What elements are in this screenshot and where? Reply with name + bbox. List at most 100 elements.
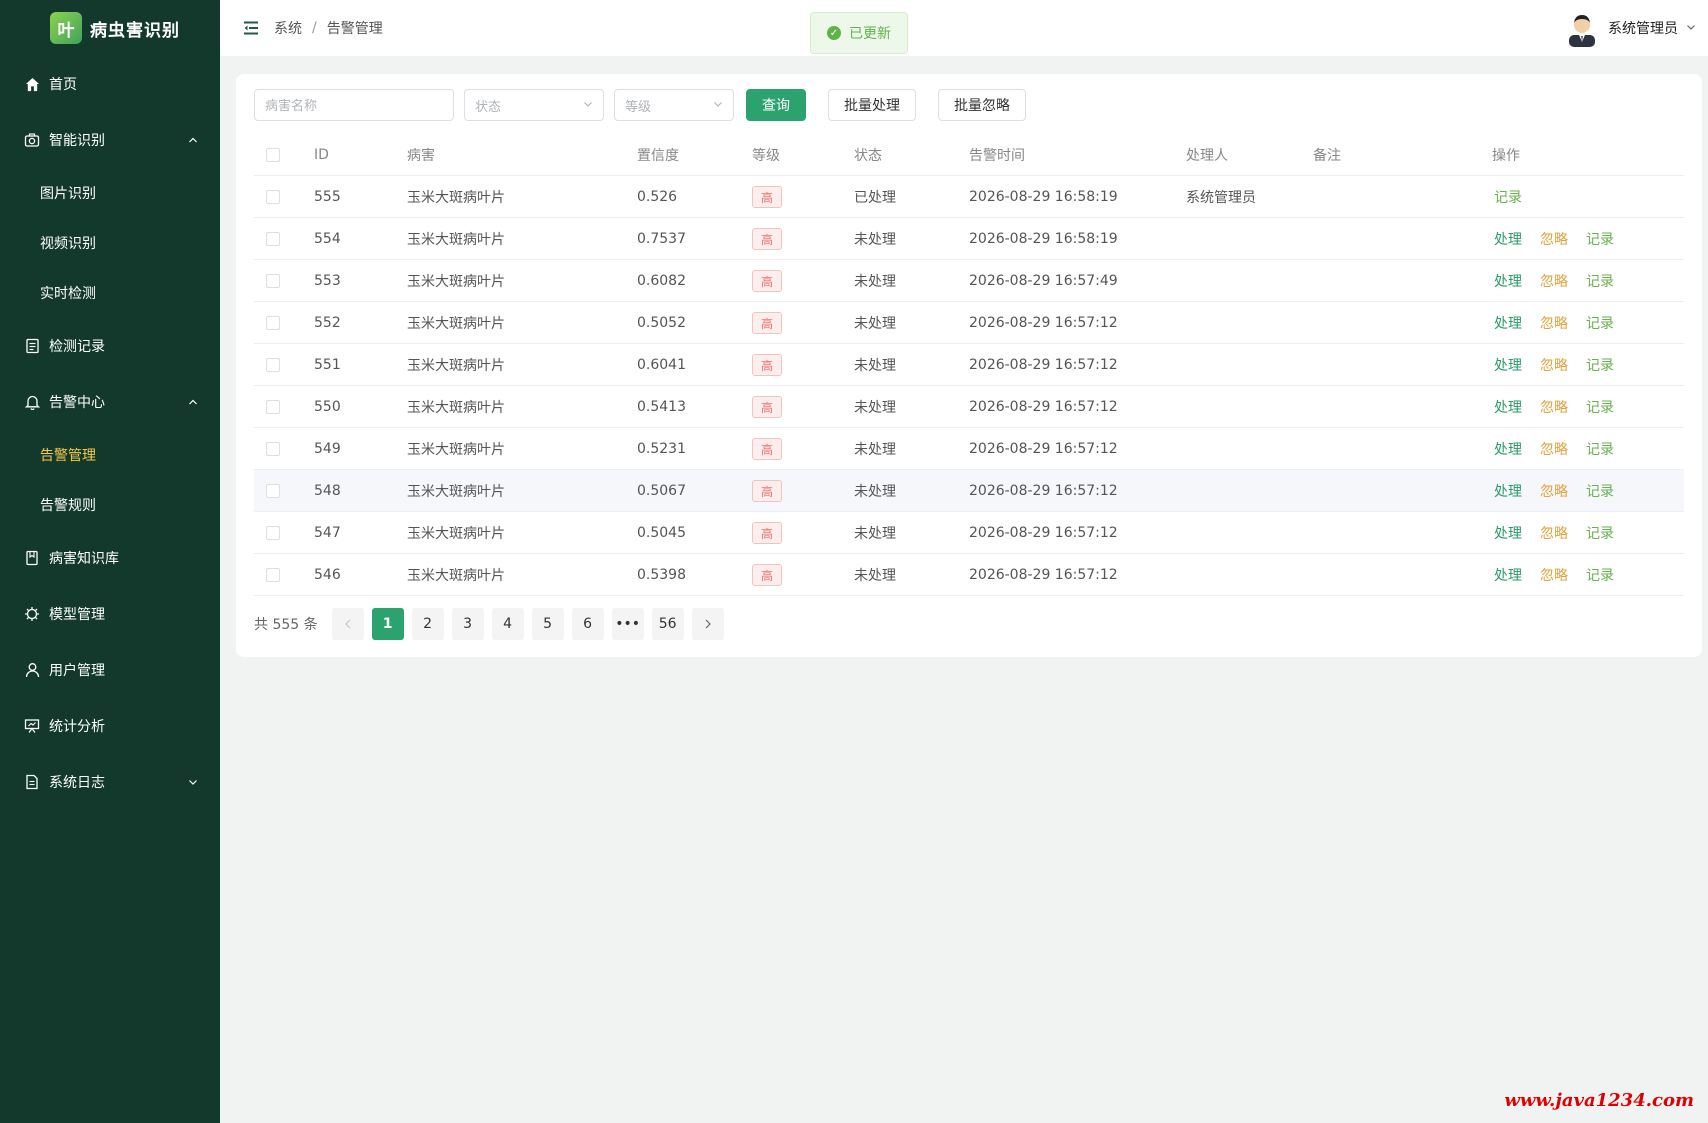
sidebar-item-label: 智能识别 xyxy=(49,133,105,149)
batch-process-button[interactable]: 批量处理 xyxy=(828,89,916,121)
column-header-id: ID xyxy=(314,147,329,163)
sidebar-item-detection-records[interactable]: 检测记录 xyxy=(0,318,220,374)
prev-page-button[interactable] xyxy=(331,608,364,640)
sidebar-item-system-log[interactable]: 系统日志 xyxy=(0,754,220,810)
ignore-link[interactable]: 忽略 xyxy=(1540,565,1568,585)
page-button[interactable]: 6 xyxy=(571,608,604,640)
record-link[interactable]: 记录 xyxy=(1586,313,1614,333)
sidebar-item-model-management[interactable]: 模型管理 xyxy=(0,586,220,642)
cell-handler: 系统管理员 xyxy=(1186,190,1256,206)
select-all-checkbox[interactable] xyxy=(266,148,280,162)
cell-id: 552 xyxy=(314,315,341,331)
cell-actions: 处理 忽略 记录 xyxy=(1494,512,1632,554)
ignore-link[interactable]: 忽略 xyxy=(1540,313,1568,333)
app-logo[interactable]: 叶 病虫害识别 xyxy=(0,0,220,56)
ignore-link[interactable]: 忽略 xyxy=(1540,355,1568,375)
process-link[interactable]: 处理 xyxy=(1494,313,1522,333)
user-icon xyxy=(24,662,40,678)
ignore-link[interactable]: 忽略 xyxy=(1540,229,1568,249)
cell-alert-time: 2026-08-29 16:57:12 xyxy=(969,315,1118,331)
level-select[interactable]: 等级 xyxy=(614,89,734,121)
breadcrumb-item-system[interactable]: 系统 xyxy=(274,18,302,38)
process-link[interactable]: 处理 xyxy=(1494,229,1522,249)
row-checkbox[interactable] xyxy=(266,358,280,372)
sidebar-item-image-recognition[interactable]: 图片识别 xyxy=(0,168,220,218)
record-link[interactable]: 记录 xyxy=(1586,439,1614,459)
sidebar-item-alert-center[interactable]: 告警中心 xyxy=(0,374,220,430)
sidebar-item-label: 检测记录 xyxy=(49,339,105,355)
page-button[interactable]: 5 xyxy=(531,608,564,640)
ignore-link[interactable]: 忽略 xyxy=(1540,481,1568,501)
record-link[interactable]: 记录 xyxy=(1494,187,1522,207)
pagination-ellipsis[interactable]: ••• xyxy=(611,608,644,640)
process-link[interactable]: 处理 xyxy=(1494,523,1522,543)
record-link[interactable]: 记录 xyxy=(1586,523,1614,543)
status-select[interactable]: 状态 xyxy=(464,89,604,121)
page-button[interactable]: 4 xyxy=(491,608,524,640)
chevron-down-icon xyxy=(583,98,593,113)
pagination-pages: 1 2 3 4 5 6 ••• 56 xyxy=(371,608,692,640)
row-checkbox[interactable] xyxy=(266,400,280,414)
query-button[interactable]: 查询 xyxy=(746,89,806,121)
process-link[interactable]: 处理 xyxy=(1494,397,1522,417)
chevron-up-icon xyxy=(186,395,200,409)
ignore-link[interactable]: 忽略 xyxy=(1540,397,1568,417)
cell-alert-time: 2026-08-29 16:57:12 xyxy=(969,525,1118,541)
process-link[interactable]: 处理 xyxy=(1494,565,1522,585)
row-checkbox[interactable] xyxy=(266,484,280,498)
record-link[interactable]: 记录 xyxy=(1586,481,1614,501)
row-checkbox[interactable] xyxy=(266,316,280,330)
cell-id: 546 xyxy=(314,567,341,583)
cell-alert-time: 2026-08-29 16:57:49 xyxy=(969,273,1118,289)
sidebar-item-disease-knowledge[interactable]: 病害知识库 xyxy=(0,530,220,586)
record-link[interactable]: 记录 xyxy=(1586,271,1614,291)
cell-id: 553 xyxy=(314,273,341,289)
level-tag: 高 xyxy=(752,354,782,376)
page-button[interactable]: 56 xyxy=(651,608,684,640)
row-checkbox[interactable] xyxy=(266,526,280,540)
sidebar-item-video-recognition[interactable]: 视频识别 xyxy=(0,218,220,268)
row-checkbox-cell xyxy=(266,260,280,302)
record-link[interactable]: 记录 xyxy=(1586,565,1614,585)
process-link[interactable]: 处理 xyxy=(1494,355,1522,375)
process-link[interactable]: 处理 xyxy=(1494,481,1522,501)
page-button[interactable]: 3 xyxy=(451,608,484,640)
table-row: 551 玉米大斑病叶片 0.6041 高 未处理 2026-08-29 16:57:12 处… xyxy=(254,344,1684,386)
sidebar-item-home[interactable]: 首页 xyxy=(0,56,220,112)
sidebar-menu: 首页 智能识别 图片识别 视频识别 实时检测 检测记录 告警中心 告警管理 告警… xyxy=(0,56,220,810)
record-link[interactable]: 记录 xyxy=(1586,397,1614,417)
row-checkbox[interactable] xyxy=(266,568,280,582)
cell-actions: 处理 忽略 记录 xyxy=(1494,386,1632,428)
cell-alert-time: 2026-08-29 16:57:12 xyxy=(969,441,1118,457)
sidebar-item-alert-management[interactable]: 告警管理 xyxy=(0,430,220,480)
chip-icon xyxy=(24,606,40,622)
sidebar-item-label: 统计分析 xyxy=(49,719,105,735)
sidebar-item-smart-recognition[interactable]: 智能识别 xyxy=(0,112,220,168)
cell-alert-time: 2026-08-29 16:57:12 xyxy=(969,357,1118,373)
sidebar-item-realtime-detection[interactable]: 实时检测 xyxy=(0,268,220,318)
ignore-link[interactable]: 忽略 xyxy=(1540,523,1568,543)
batch-ignore-button[interactable]: 批量忽略 xyxy=(938,89,1026,121)
sidebar-item-statistics[interactable]: 统计分析 xyxy=(0,698,220,754)
next-page-button[interactable] xyxy=(691,608,724,640)
row-checkbox[interactable] xyxy=(266,442,280,456)
ignore-link[interactable]: 忽略 xyxy=(1540,271,1568,291)
ignore-link[interactable]: 忽略 xyxy=(1540,439,1568,459)
page-button[interactable]: 2 xyxy=(411,608,444,640)
sidebar-item-user-management[interactable]: 用户管理 xyxy=(0,642,220,698)
cell-confidence: 0.5413 xyxy=(637,399,686,415)
page-button[interactable]: 1 xyxy=(371,608,404,640)
row-checkbox[interactable] xyxy=(266,274,280,288)
record-link[interactable]: 记录 xyxy=(1586,355,1614,375)
record-link[interactable]: 记录 xyxy=(1586,229,1614,249)
row-checkbox-cell xyxy=(266,302,280,344)
process-link[interactable]: 处理 xyxy=(1494,439,1522,459)
menu-fold-icon[interactable] xyxy=(242,19,260,37)
pagination: 共 555 条 1 2 3 4 5 6 ••• 56 xyxy=(254,608,732,640)
user-menu[interactable]: 系统管理员 xyxy=(1566,8,1696,48)
disease-name-input[interactable] xyxy=(254,89,454,121)
row-checkbox[interactable] xyxy=(266,190,280,204)
sidebar-item-alert-rules[interactable]: 告警规则 xyxy=(0,480,220,530)
process-link[interactable]: 处理 xyxy=(1494,271,1522,291)
row-checkbox[interactable] xyxy=(266,232,280,246)
